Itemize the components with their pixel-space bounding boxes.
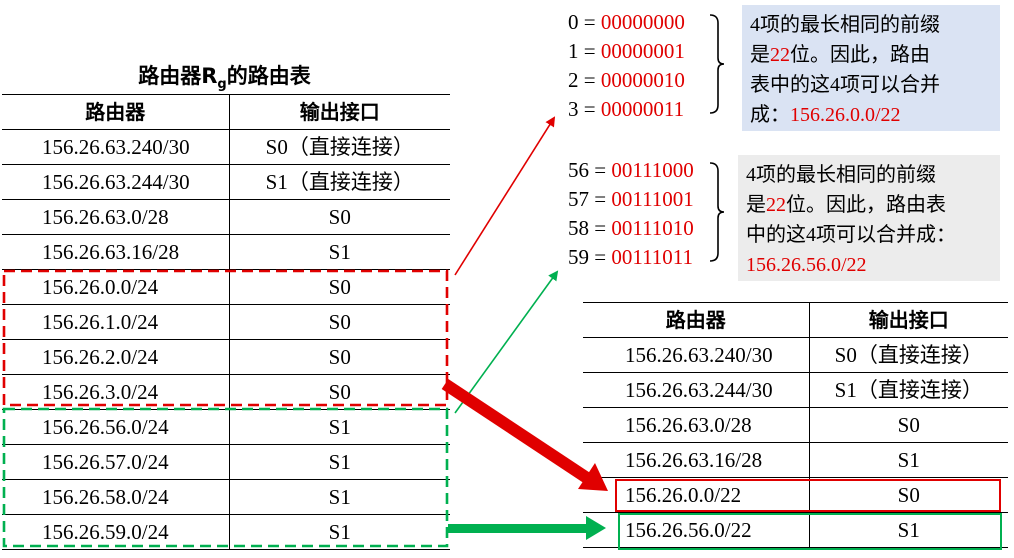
brace-group2 [709,162,725,262]
green-thick-arrow-head [586,516,606,540]
highlight-box-green [618,513,1002,550]
green-thick-arrow-shaft [448,524,588,533]
brace-group1 [709,14,725,114]
highlight-box-red [615,479,1001,512]
red-thin-arrow [454,116,556,276]
red-dashed-group [2,269,449,407]
red-thick-arrow-shaft [441,378,591,484]
green-thin-arrow [454,270,559,414]
green-dashed-group [2,407,449,548]
diagram-overlay [2,14,1002,550]
